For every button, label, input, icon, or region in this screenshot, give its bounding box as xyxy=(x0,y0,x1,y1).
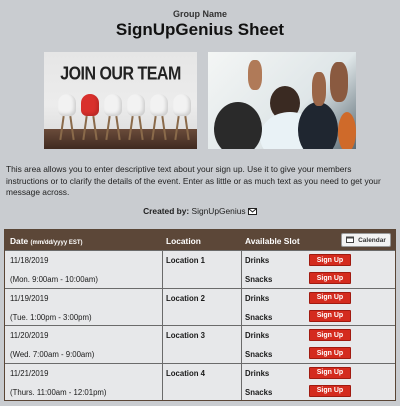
location-header: Location xyxy=(166,236,201,246)
date-header: Date (mm/dd/yyyy EST) xyxy=(10,236,83,246)
table-row: 11/20/2019 (Wed. 7:00am - 9:00am) Locati… xyxy=(5,325,395,363)
row-time: (Thurs. 11:00am - 12:01pm) xyxy=(10,387,107,397)
slot-snacks: Snacks xyxy=(245,387,273,397)
join-our-team-text: JOIN OUR TEAM xyxy=(60,64,181,85)
created-by: Created by: SignUpGenius xyxy=(0,206,400,217)
chair xyxy=(58,94,76,141)
chair-red xyxy=(81,94,99,141)
person-head-dark xyxy=(214,102,262,149)
row-time: (Tue. 1:00pm - 3:00pm) xyxy=(10,312,92,322)
row-date: 11/19/2019 xyxy=(10,293,49,303)
table-row: 11/19/2019 (Tue. 1:00pm - 3:00pm) Locati… xyxy=(5,287,395,325)
row-date: 11/18/2019 xyxy=(10,256,49,265)
slot-header: Available Slot xyxy=(245,236,300,246)
signup-button[interactable]: Sign Up xyxy=(309,347,351,359)
chair xyxy=(127,94,145,141)
group-name: Group Name xyxy=(172,9,227,19)
table-row: 11/18/2019 (Mon. 9:00am - 10:00am) Locat… xyxy=(5,250,395,288)
row-location: Location 1 xyxy=(166,256,205,265)
signup-button[interactable]: Sign Up xyxy=(309,272,351,284)
page-title: SignUpGenius Sheet xyxy=(115,20,285,39)
slot-snacks: Snacks xyxy=(245,312,273,322)
slot-drinks: Drinks xyxy=(245,293,270,303)
creator-name: SignUpGenius xyxy=(191,206,246,216)
slot-drinks: Drinks xyxy=(245,331,270,340)
description-text: This area allows you to enter descriptiv… xyxy=(6,164,381,197)
signup-table: Date (mm/dd/yyyy EST) Location Available… xyxy=(4,229,396,401)
signup-button[interactable]: Sign Up xyxy=(309,309,351,322)
person-back xyxy=(298,102,338,149)
person-orange xyxy=(338,112,356,149)
join-our-team-image: JOIN OUR TEAM xyxy=(44,52,197,149)
table-header: Date (mm/dd/yyyy EST) Location Available… xyxy=(5,230,395,250)
raised-hands-photo xyxy=(208,52,356,149)
row-time: (Wed. 7:00am - 9:00am) xyxy=(10,350,95,359)
row-location: Location 4 xyxy=(166,368,205,378)
chair xyxy=(104,94,122,141)
calendar-label: Calendar xyxy=(358,236,386,244)
row-date: 11/20/2019 xyxy=(10,331,49,340)
created-by-label: Created by: xyxy=(143,206,190,216)
row-location: Location 3 xyxy=(166,331,205,340)
row-time: (Mon. 9:00am - 10:00am) xyxy=(10,275,98,284)
raised-hand xyxy=(248,60,262,90)
signup-button[interactable]: Sign Up xyxy=(309,254,351,266)
calendar-button[interactable]: Calendar xyxy=(341,233,391,247)
mail-icon[interactable] xyxy=(247,207,257,217)
slot-drinks: Drinks xyxy=(245,368,270,378)
chair xyxy=(173,94,191,141)
raised-hand xyxy=(330,62,348,102)
table-row: 11/21/2019 (Thurs. 11:00am - 12:01pm) Lo… xyxy=(5,362,395,400)
row-location: Location 2 xyxy=(166,293,205,303)
date-format-label: (mm/dd/yyyy EST) xyxy=(30,240,83,246)
signup-button[interactable]: Sign Up xyxy=(309,366,351,379)
date-header-label: Date xyxy=(10,236,29,246)
calendar-icon xyxy=(346,236,355,245)
signup-button[interactable]: Sign Up xyxy=(309,291,351,304)
raised-hand xyxy=(312,72,326,106)
slot-snacks: Snacks xyxy=(245,350,273,359)
signup-button[interactable]: Sign Up xyxy=(309,329,351,341)
row-date: 11/21/2019 xyxy=(10,368,49,378)
slot-snacks: Snacks xyxy=(245,275,273,284)
slot-drinks: Drinks xyxy=(245,256,270,265)
chair xyxy=(150,94,168,141)
signup-button[interactable]: Sign Up xyxy=(309,384,351,397)
